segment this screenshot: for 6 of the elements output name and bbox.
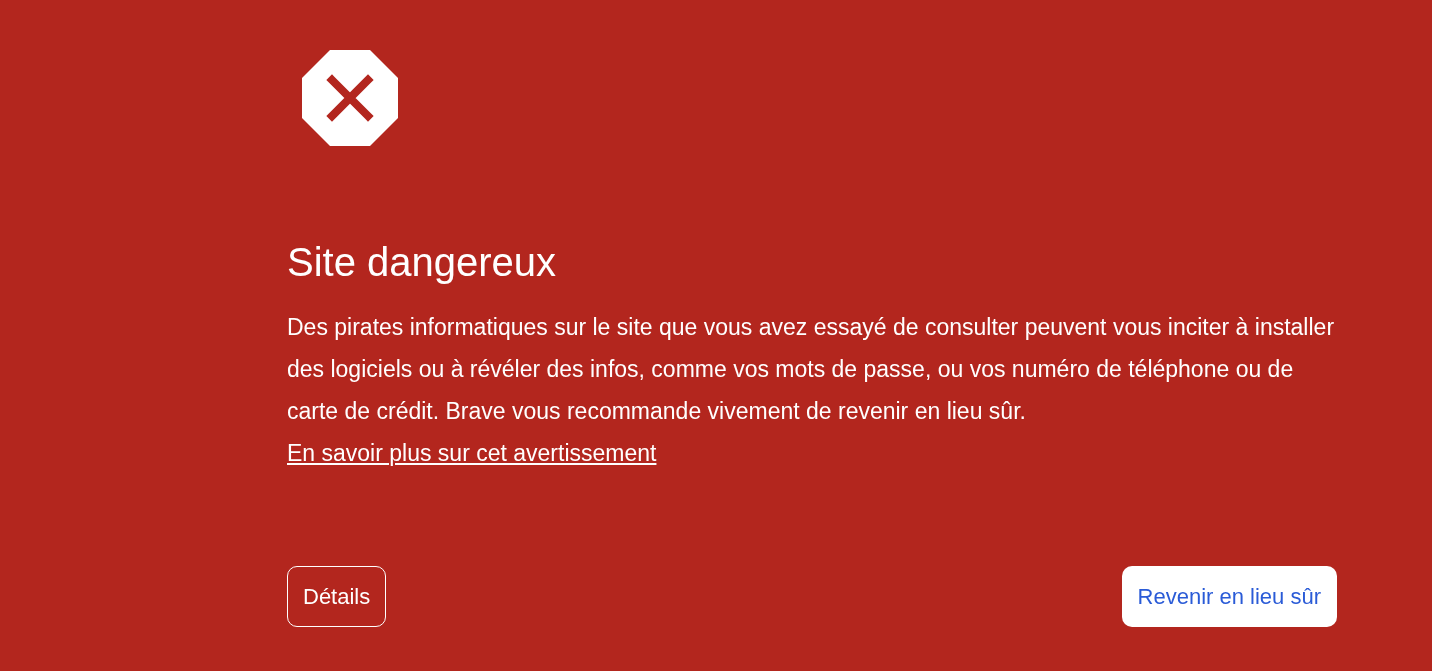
learn-more-link[interactable]: En savoir plus sur cet avertissement xyxy=(287,440,657,466)
details-button[interactable]: Détails xyxy=(287,566,387,627)
warning-message: Des pirates informatiques sur le site que vous avez essayé de consulter peuvent vous inciter à installer des logiciels ou à révéler des infos, comme vos mots de passe, ou vos numéro de téléphone ou de carte de crédit. Brave vous recommande vivement de revenir en lieu sûr. En savoir plus sur cet avertissement xyxy=(287,313,1336,468)
page-title: Site dangereux xyxy=(287,240,558,284)
error-icon xyxy=(302,50,398,146)
back-to-safety-button[interactable]: Revenir en lieu sûr xyxy=(1121,566,1337,627)
